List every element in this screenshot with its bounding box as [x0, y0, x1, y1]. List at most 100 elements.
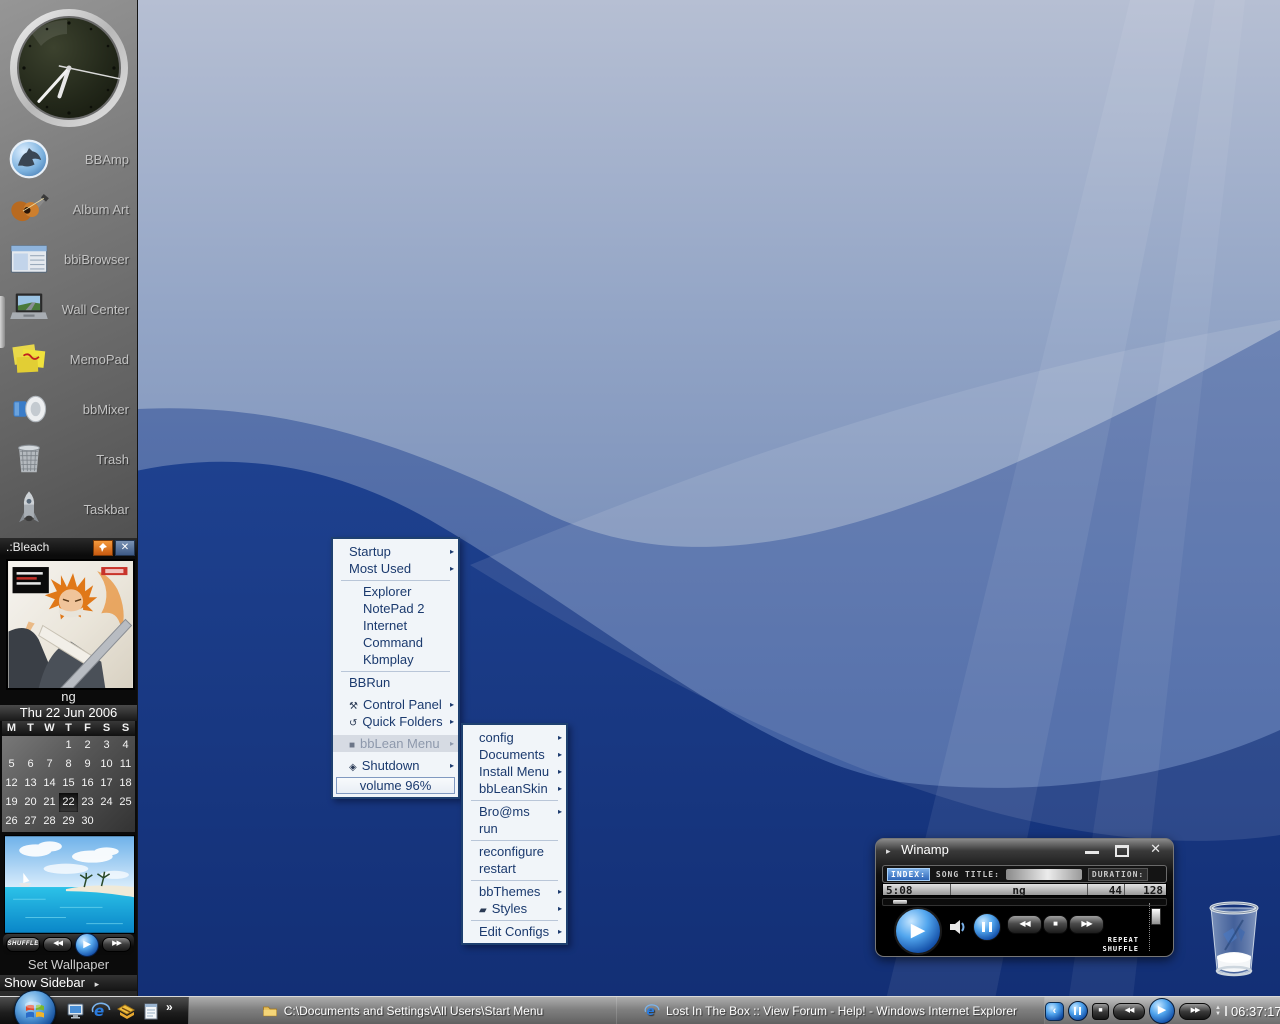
menu-item-shutdown[interactable]: ◈Shutdown▸ — [333, 757, 458, 774]
shuffle-toggle[interactable]: SHUFFLE — [1102, 945, 1139, 953]
volume-slider[interactable] — [1149, 903, 1160, 951]
repeat-toggle[interactable]: REPEAT — [1108, 936, 1139, 944]
calendar-day[interactable]: 13 — [21, 774, 40, 793]
tray-stop-button[interactable]: ■ — [1092, 1003, 1109, 1020]
dock-item-trash[interactable]: Trash — [0, 434, 137, 484]
calendar-day[interactable]: 25 — [116, 793, 135, 812]
show-sidebar-button[interactable]: Show Sidebar ▸ — [0, 975, 137, 991]
maximize-button[interactable] — [1115, 845, 1129, 857]
calendar-day[interactable]: 5 — [2, 755, 21, 774]
calendar-day[interactable]: 23 — [78, 793, 97, 812]
menu-item-bbrun[interactable]: BBRun — [333, 674, 458, 691]
menu-item-bblean-menu[interactable]: ■bbLean Menu▸ — [333, 735, 458, 752]
date-label[interactable]: Thu 22 Jun 2006 — [0, 705, 137, 721]
menu-item-command[interactable]: Command — [333, 634, 458, 651]
calendar-day[interactable]: 1 — [59, 736, 78, 755]
calendar-day[interactable]: 24 — [97, 793, 116, 812]
index-label[interactable]: INDEX: — [887, 868, 930, 881]
close-button[interactable]: ✕ — [115, 540, 135, 556]
menu-item-startup[interactable]: Startup▸ — [333, 543, 458, 560]
winamp-titlebar[interactable]: ▸ Winamp — [886, 842, 949, 857]
calendar-day[interactable]: 20 — [21, 793, 40, 812]
menu-item-most-used[interactable]: Most Used▸ — [333, 560, 458, 577]
calendar-day[interactable]: 30 — [78, 812, 97, 831]
calendar-day[interactable]: 18 — [116, 774, 135, 793]
menu-item-kbmplay[interactable]: Kbmplay — [333, 651, 458, 668]
set-wallpaper-button[interactable]: Set Wallpaper — [0, 957, 137, 973]
ie-icon[interactable]: e — [91, 1001, 113, 1021]
tray-next-button[interactable]: ▶▶ — [1179, 1003, 1211, 1020]
menu-item-control-panel[interactable]: ⚒Control Panel▸ — [333, 696, 458, 713]
calendar-day[interactable]: 26 — [2, 812, 21, 831]
next-button[interactable]: ▶▶ — [1069, 915, 1104, 934]
calendar-day[interactable]: 12 — [2, 774, 21, 793]
menu-item-quick-folders[interactable]: ↺Quick Folders▸ — [333, 713, 458, 730]
tray-pause-button[interactable] — [1068, 1001, 1088, 1021]
quick-launch-overflow-button[interactable]: » — [166, 1000, 173, 1014]
dock-item-bbamp[interactable]: BBAmp — [0, 134, 137, 184]
recycle-bin-icon[interactable] — [1203, 898, 1265, 978]
submenu-item-edit-configs[interactable]: Edit Configs▸ — [463, 923, 566, 940]
tray-previous-button[interactable]: ◀◀ — [1113, 1003, 1145, 1020]
write-icon[interactable] — [116, 1001, 138, 1021]
submenu-item-bro-ms[interactable]: Bro@ms▸ — [463, 803, 566, 820]
start-button[interactable] — [14, 990, 56, 1024]
calendar-day[interactable]: 3 — [97, 736, 116, 755]
tray-play-button[interactable]: ▶ — [1149, 998, 1175, 1024]
pin-button[interactable] — [93, 540, 113, 556]
taskbar-task-lost-in-the-box[interactable]: eLost In The Box :: View Forum - Help! -… — [617, 997, 1045, 1024]
submenu-item-restart[interactable]: restart — [463, 860, 566, 877]
shuffle-button[interactable]: SHUFFLE — [6, 937, 40, 952]
seek-bar[interactable] — [882, 898, 1167, 906]
dock-item-memopad[interactable]: MemoPad — [0, 334, 137, 384]
dock-item-album-art[interactable]: Album Art — [0, 184, 137, 234]
submenu-item-config[interactable]: config▸ — [463, 729, 566, 746]
menu-item-internet[interactable]: Internet — [333, 617, 458, 634]
menu-item-notepad-2[interactable]: NotePad 2 — [333, 600, 458, 617]
dock-scrollbar[interactable] — [0, 296, 5, 348]
next-button[interactable]: ▶▶ — [102, 937, 131, 952]
dock-item-bbmixer[interactable]: bbMixer — [0, 384, 137, 434]
calendar-day[interactable]: 11 — [116, 755, 135, 774]
winamp-menu-icon[interactable]: ▸ — [886, 846, 891, 856]
submenu-item-reconfigure[interactable]: reconfigure — [463, 843, 566, 860]
calendar-day[interactable]: 8 — [59, 755, 78, 774]
close-button[interactable]: ✕ — [1150, 841, 1161, 857]
calendar-day[interactable]: 9 — [78, 755, 97, 774]
submenu-item-run[interactable]: run — [463, 820, 566, 837]
calendar-day[interactable]: 22 — [59, 793, 78, 812]
calendar-day[interactable]: 10 — [97, 755, 116, 774]
calendar-day[interactable]: 16 — [78, 774, 97, 793]
minimize-button[interactable] — [1085, 851, 1099, 854]
calendar-day[interactable]: 28 — [40, 812, 59, 831]
calendar-day[interactable]: 14 — [40, 774, 59, 793]
volume-handle[interactable] — [1151, 908, 1161, 925]
menu-item-explorer[interactable]: Explorer — [333, 583, 458, 600]
menu-item-volume-96[interactable]: volume 96% — [336, 777, 455, 794]
submenu-item-documents[interactable]: Documents▸ — [463, 746, 566, 763]
submenu-item-styles[interactable]: ▰Styles▸ — [463, 900, 566, 917]
widget-titlebar[interactable]: .:Bleach ✕ — [0, 538, 137, 556]
dock-item-wall-center[interactable]: Wall Center — [0, 284, 137, 334]
computer-icon[interactable] — [66, 1001, 88, 1021]
notepad-icon[interactable] — [141, 1001, 163, 1021]
calendar-day[interactable]: 27 — [21, 812, 40, 831]
calendar-day[interactable]: 15 — [59, 774, 78, 793]
play-button[interactable]: ▶ — [894, 907, 942, 955]
pause-button[interactable] — [973, 913, 1001, 941]
stop-button[interactable]: ■ — [1043, 915, 1068, 934]
seek-handle[interactable] — [893, 900, 907, 904]
submenu-item-bbthemes[interactable]: bbThemes▸ — [463, 883, 566, 900]
taskbar-task-c-documents-and-s[interactable]: C:\Documents and Settings\All Users\Star… — [189, 997, 617, 1024]
calendar-day[interactable]: 4 — [116, 736, 135, 755]
calendar-day[interactable]: 7 — [40, 755, 59, 774]
dock-item-taskbar[interactable]: Taskbar — [0, 484, 137, 534]
calendar-day[interactable]: 6 — [21, 755, 40, 774]
calendar-day[interactable]: 17 — [97, 774, 116, 793]
calendar-day[interactable]: 2 — [78, 736, 97, 755]
play-button[interactable]: ▶ — [75, 933, 99, 957]
calendar-day[interactable]: 29 — [59, 812, 78, 831]
submenu-item-install-menu[interactable]: Install Menu▸ — [463, 763, 566, 780]
tray-restore-icon[interactable] — [1225, 1006, 1227, 1016]
previous-button[interactable]: ◀◀ — [1007, 915, 1042, 934]
